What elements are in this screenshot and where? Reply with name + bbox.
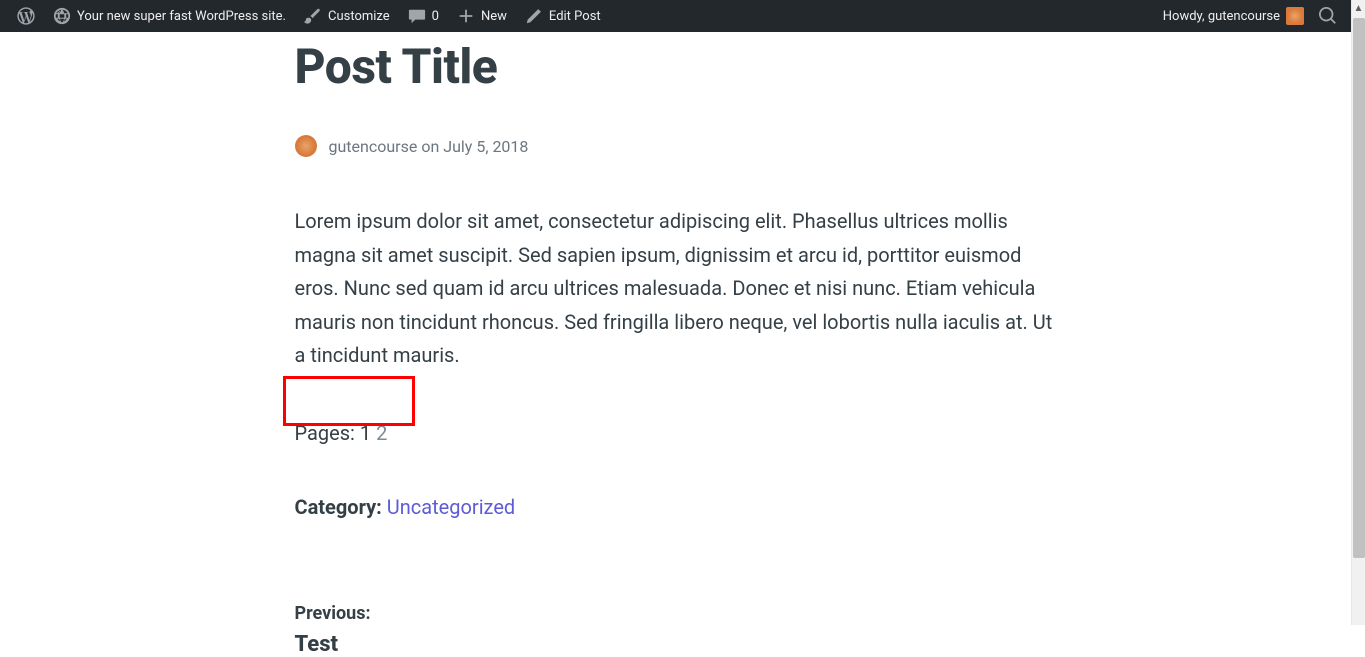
pages-label: Pages: xyxy=(295,421,355,445)
author-avatar xyxy=(295,135,317,157)
howdy-text: Howdy, gutencourse xyxy=(1163,9,1280,24)
category-label: Category: xyxy=(295,495,382,519)
comments-menu[interactable]: 0 xyxy=(399,0,448,32)
byline-text: gutencourse on July 5, 2018 xyxy=(329,137,529,156)
post-body: Lorem ipsum dolor sit amet, consectetur … xyxy=(295,205,1057,373)
dashboard-icon xyxy=(53,7,71,25)
post-navigation: Previous: Test xyxy=(295,603,1057,657)
author-link[interactable]: gutencourse xyxy=(329,137,418,156)
wp-logo-menu[interactable] xyxy=(8,0,44,32)
brush-icon xyxy=(304,7,322,25)
wordpress-logo-icon xyxy=(17,7,35,25)
comments-count: 0 xyxy=(432,9,439,24)
scroll-up-arrow[interactable]: ▲ xyxy=(1352,0,1365,16)
customize-label: Customize xyxy=(328,9,390,24)
page-current: 1 xyxy=(360,421,371,445)
site-name-menu[interactable]: Your new super fast WordPress site. xyxy=(44,0,295,32)
wp-admin-bar: Your new super fast WordPress site. Cust… xyxy=(0,0,1351,32)
page-link-2[interactable]: 2 xyxy=(376,421,387,445)
my-account-menu[interactable]: Howdy, gutencourse xyxy=(1154,0,1313,32)
new-label: New xyxy=(481,9,507,24)
comment-icon xyxy=(408,7,426,25)
page-content-area: Post Title gutencourse on July 5, 2018 L… xyxy=(0,32,1351,625)
category-link[interactable]: Uncategorized xyxy=(387,495,515,519)
new-content-menu[interactable]: New xyxy=(448,0,516,32)
post-byline: gutencourse on July 5, 2018 xyxy=(295,135,1057,157)
edit-post-menu[interactable]: Edit Post xyxy=(516,0,610,32)
customize-menu[interactable]: Customize xyxy=(295,0,399,32)
search-toggle[interactable] xyxy=(1313,0,1343,32)
previous-label: Previous: xyxy=(295,603,1057,624)
page-links: Pages: 1 2 xyxy=(295,421,1057,445)
post-title: Post Title xyxy=(295,38,1057,95)
edit-post-label: Edit Post xyxy=(549,9,601,24)
pencil-icon xyxy=(525,7,543,25)
previous-post-link[interactable]: Test xyxy=(295,632,1057,657)
site-name-label: Your new super fast WordPress site. xyxy=(77,9,286,24)
plus-icon xyxy=(457,7,475,25)
browser-scrollbar[interactable]: ▲ xyxy=(1351,0,1365,625)
post-category: Category: Uncategorized xyxy=(295,495,1057,519)
post-date: July 5, 2018 xyxy=(443,137,528,156)
search-icon xyxy=(1319,7,1337,25)
user-avatar-small xyxy=(1286,7,1304,25)
scrollbar-thumb[interactable] xyxy=(1353,18,1365,558)
